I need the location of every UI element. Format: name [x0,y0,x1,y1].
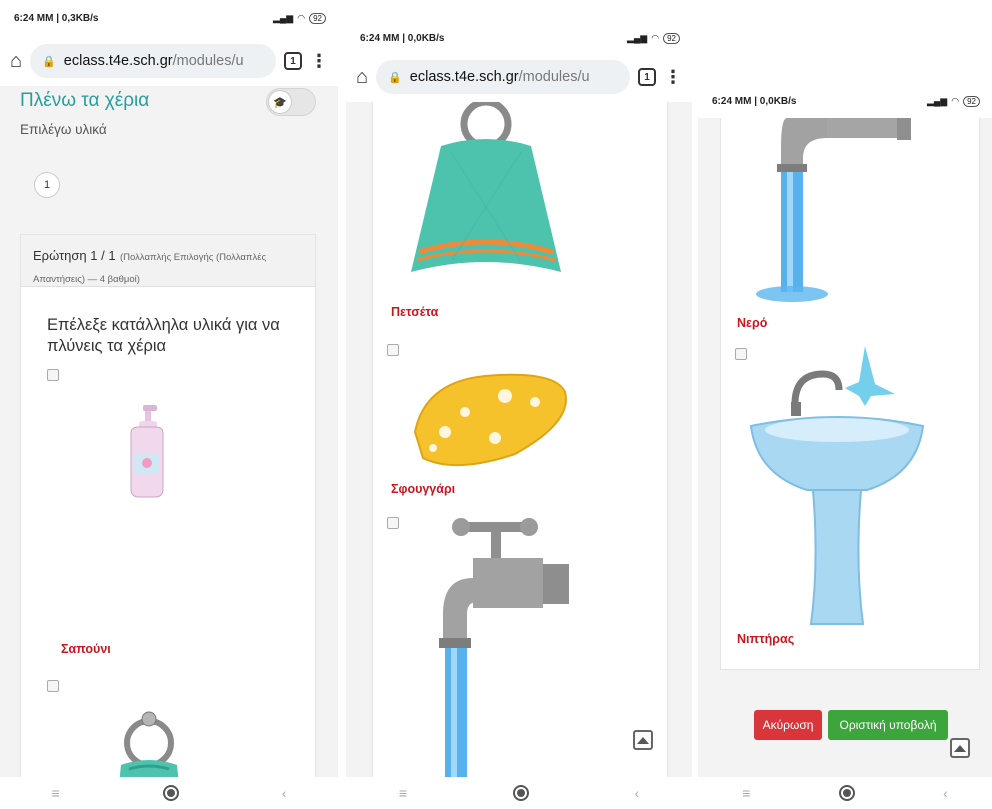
tab-switcher-button[interactable]: 1 [638,68,656,86]
screenshot-panel-2: 6:24 MM | 0,0KB/s ▂▄▆ ◠ 92 ⌂ 🔒 eclass.t4… [346,0,692,809]
menu-icon[interactable]: ≡ [399,785,407,801]
browser-menu-button[interactable]: ⋮ [310,52,328,70]
submit-button[interactable]: Οριστική υποβολή [828,710,948,740]
home-icon[interactable]: ⌂ [356,66,368,89]
address-field[interactable]: 🔒 eclass.t4e.sch.gr/modules/u [376,60,630,94]
page-content: Νερό Νιπτήρας Ακύρωση Οριστική υποβολή [698,118,992,777]
home-button-icon[interactable] [512,785,529,801]
status-bar: 6:24 MM | 0,0KB/s ▂▄▆ ◠ 92 [698,84,992,118]
page-number-button[interactable]: 1 [34,172,60,198]
menu-icon[interactable]: ≡ [742,785,750,801]
url-domain: eclass.t4e.sch.gr [409,69,519,85]
address-field[interactable]: 🔒 eclass.t4e.sch.gr/modules/u [30,44,276,78]
signal-indicators: ▂▄▆ ◠ 92 [273,12,326,24]
scroll-top-button[interactable] [950,738,970,758]
course-title: Πλένω τα χέρια [20,90,150,111]
menu-icon[interactable]: ≡ [52,785,60,801]
home-button-icon[interactable] [162,785,179,801]
scroll-top-button[interactable] [633,730,653,750]
page-content: Πλένω τα χέρια 🎓 Επιλέγω υλικά 1 Ερώτηση… [0,86,338,809]
option-label-water: Νερό [737,316,768,330]
toggle-switch[interactable]: 🎓 [266,88,316,116]
browser-menu-button[interactable]: ⋮ [664,68,682,86]
status-time: 6:24 MM | 0,0KB/s [360,32,445,44]
battery-icon: 92 [663,32,680,44]
checkbox-sponge[interactable] [387,344,399,356]
screenshot-panel-1: 6:24 MM | 0,3KB/s ▂▄▆ ◠ 92 ⌂ 🔒 eclass.t4… [0,0,338,809]
url-path: /modules/u [518,69,590,85]
option-label-sponge: Σφουγγάρι [391,482,456,496]
question-card: Ερώτηση 1 / 1 (Πολλαπλής Επιλογής (Πολλα… [20,234,316,809]
hat-icon: 🎓 [268,90,292,114]
checkbox-towel[interactable] [47,680,59,692]
signal-icon: ▂▄▆ [273,12,294,23]
status-bar: 6:24 MM | 0,0KB/s ▂▄▆ ◠ 92 [346,20,692,56]
url-domain: eclass.t4e.sch.gr [63,53,173,69]
status-time: 6:24 MM | 0,3KB/s [14,12,99,24]
sink-image [749,346,925,625]
android-nav-bar: ≡ ‹ [0,777,338,809]
faucet-image [439,518,569,782]
signal-icon: ▂▄▆ [927,95,948,106]
url-path: /modules/u [172,53,244,69]
battery-icon: 92 [309,12,326,24]
checkbox-soap[interactable] [47,369,59,381]
question-number: Ερώτηση 1 / 1 [33,248,116,263]
checkbox-sink[interactable] [735,348,747,360]
status-time: 6:24 MM | 0,0KB/s [712,95,797,107]
home-icon[interactable]: ⌂ [10,50,22,73]
android-nav-bar: ≡ ‹ [698,777,992,809]
tab-switcher-button[interactable]: 1 [284,52,302,70]
wifi-icon: ◠ [297,12,306,23]
water-image [756,118,911,302]
towel-image [411,102,561,272]
question-header: Ερώτηση 1 / 1 (Πολλαπλής Επιλογής (Πολλα… [21,235,315,287]
home-button-icon[interactable] [838,785,855,801]
soap-image [130,405,164,498]
cancel-button[interactable]: Ακύρωση [754,710,822,740]
question-card: Νερό Νιπτήρας [720,118,980,670]
lock-icon: 🔒 [42,55,56,68]
question-card: Πετσέτα Σφουγγάρι [372,102,668,782]
page-content: Πετσέτα Σφουγγάρι [346,102,692,782]
course-subtitle: Επιλέγω υλικά [20,122,107,137]
browser-url-bar: ⌂ 🔒 eclass.t4e.sch.gr/modules/u 1 ⋮ [346,52,692,102]
lock-icon: 🔒 [388,71,402,84]
wifi-icon: ◠ [951,95,960,106]
android-nav-bar: ≡ ‹ [346,777,692,809]
option-label-towel: Πετσέτα [391,305,439,319]
option-label-soap: Σαπούνι [61,642,111,656]
checkbox-water[interactable] [387,517,399,529]
wifi-icon: ◠ [651,32,660,43]
signal-indicators: ▂▄▆ ◠ 92 [927,95,980,107]
battery-icon: 92 [963,95,980,107]
browser-url-bar: ⌂ 🔒 eclass.t4e.sch.gr/modules/u 1 ⋮ [0,36,338,86]
signal-icon: ▂▄▆ [627,32,648,43]
question-text: Επέλεξε κατάλληλα υλικά για να πλύνεις τ… [47,316,280,355]
signal-indicators: ▂▄▆ ◠ 92 [627,32,680,44]
sponge-image [413,373,567,467]
back-icon[interactable]: ‹ [943,785,948,801]
back-icon[interactable]: ‹ [282,785,287,801]
screenshot-panel-3: 6:24 MM | 0,0KB/s ▂▄▆ ◠ 92 Νερό Νιπτήρας… [698,0,992,809]
back-icon[interactable]: ‹ [634,785,639,801]
option-label-sink: Νιπτήρας [737,632,795,646]
status-bar: 6:24 MM | 0,3KB/s ▂▄▆ ◠ 92 [0,0,338,36]
